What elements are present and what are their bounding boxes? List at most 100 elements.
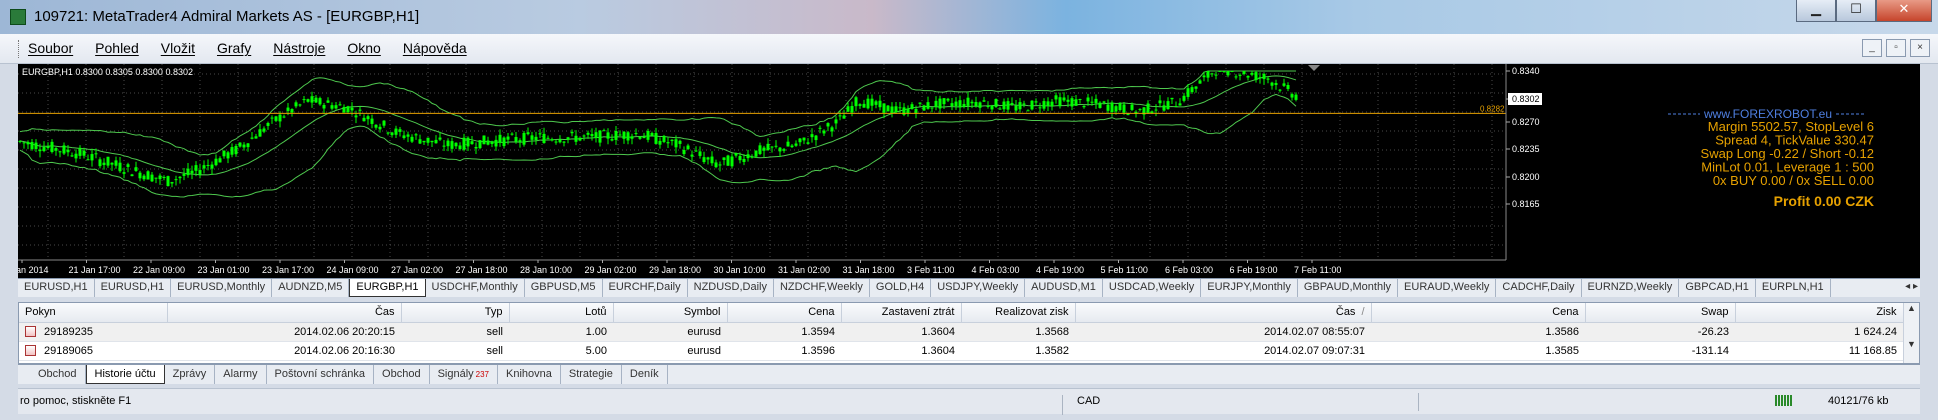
terminal-tab[interactable]: Obchod — [30, 365, 86, 384]
terminal-scrollbar[interactable]: ▲ ▼ — [1903, 303, 1919, 363]
tab-scroll-arrows-icon[interactable]: ◂ ▸ — [1905, 281, 1918, 292]
candle-body — [986, 105, 990, 107]
chart-tab[interactable]: GBPUSD,M5 — [525, 279, 603, 297]
toolbar-grip[interactable] — [18, 40, 21, 58]
candle-body — [610, 139, 614, 141]
terminal-tab[interactable]: Zprávy — [165, 365, 216, 384]
table-cell: 1 624.24 — [1735, 322, 1903, 342]
candle-body — [310, 96, 314, 103]
candle-body — [702, 157, 706, 163]
terminal-tab[interactable]: Poštovní schránka — [267, 365, 375, 384]
menu-soubor[interactable]: Soubor — [28, 40, 73, 56]
mdi-minimize-button[interactable]: _ — [1862, 39, 1882, 57]
mdi-controls: _ ▫ × — [1862, 39, 1930, 57]
column-header[interactable]: Realizovat zisk — [961, 303, 1076, 323]
chart-tab[interactable]: EURAUD,Weekly — [1398, 279, 1497, 297]
chart-tab[interactable]: GBPAUD,Monthly — [1298, 279, 1399, 297]
chart-tab[interactable]: USDJPY,Weekly — [931, 279, 1026, 297]
candle-body — [846, 106, 850, 112]
candle-body — [810, 134, 814, 138]
minimize-button[interactable]: ▁ — [1796, 0, 1836, 22]
chart-tab[interactable]: AUDNZD,M5 — [272, 279, 350, 297]
column-header[interactable]: Swap — [1585, 303, 1736, 323]
menu-pohled[interactable]: Pohled — [95, 40, 139, 56]
candle-body — [1094, 98, 1098, 104]
chart-tab[interactable]: EURCHF,Daily — [603, 279, 688, 297]
chart-tab[interactable]: EURUSD,H1 — [18, 279, 95, 297]
chart-canvas[interactable]: 0.8282 0.83400.83020.82700.82350.82000.8… — [18, 64, 1920, 278]
column-header[interactable]: Lotů — [509, 303, 614, 323]
table-row[interactable]: 29189065 2014.02.06 20:16:30 sell 5.00 eurus… — [19, 341, 1903, 361]
maximize-button[interactable]: ☐ — [1836, 0, 1876, 22]
column-header[interactable]: Zastavení ztrát — [841, 303, 962, 323]
table-cell: 11 168.85 — [1735, 341, 1903, 361]
candle-body — [538, 133, 542, 135]
terminal-tab[interactable]: Alarmy — [215, 365, 267, 384]
close-button[interactable]: ✕ — [1876, 0, 1932, 22]
candle-body — [694, 150, 698, 152]
candle-body — [790, 145, 794, 148]
candle-body — [462, 137, 466, 150]
candle-body — [1286, 85, 1290, 89]
candle-body — [874, 101, 878, 105]
chart-tab[interactable]: NZDUSD,Daily — [688, 279, 774, 297]
price-chart[interactable]: 0.8282 0.8340 0.8302 0.8270 0.8235 0.8200 0.8… — [18, 64, 1920, 278]
status-help: ro pomoc, stiskněte F1 — [20, 395, 132, 407]
chart-tab[interactable]: EURPLN,H1 — [1756, 279, 1831, 297]
chart-tab[interactable]: EURUSD,Monthly — [171, 279, 273, 297]
terminal-tab[interactable]: Knihovna — [498, 365, 561, 384]
chart-tab[interactable]: EURJPY,Monthly — [1201, 279, 1298, 297]
candle-body — [1138, 108, 1142, 110]
candle-body — [426, 137, 430, 143]
chart-tab[interactable]: EURNZD,Weekly — [1582, 279, 1680, 297]
chart-tab[interactable]: EURUSD,H1 — [95, 279, 172, 297]
chart-tab[interactable]: NZDCHF,Weekly — [774, 279, 870, 297]
status-memory: 40121/76 kb — [1828, 395, 1889, 407]
terminal-tab[interactable]: Signály 237 — [430, 365, 498, 384]
menu-napoveda[interactable]: Nápověda — [403, 40, 467, 56]
mdi-close-button[interactable]: × — [1910, 39, 1930, 57]
chart-tab[interactable]: USDCHF,Monthly — [426, 279, 525, 297]
menu-okno[interactable]: Okno — [347, 40, 380, 56]
candle-body — [758, 145, 762, 154]
candle-body — [1150, 111, 1154, 114]
terminal-tab[interactable]: Historie účtu — [85, 365, 165, 384]
menu-grafy[interactable]: Grafy — [217, 40, 251, 56]
candle-body — [114, 160, 118, 166]
chart-tab[interactable]: AUDUSD,M1 — [1025, 279, 1103, 297]
terminal-tab-label: Obchod — [382, 368, 421, 380]
column-header[interactable]: Čas — [167, 303, 402, 323]
candle-body — [602, 130, 606, 132]
candle-body — [886, 105, 890, 112]
column-header[interactable]: Čas / — [1075, 303, 1372, 323]
table-cell: 1.3568 — [961, 322, 1075, 342]
terminal-tab[interactable]: Strategie — [561, 365, 622, 384]
chart-tab[interactable]: CADCHF,Daily — [1496, 279, 1582, 297]
candle-body — [218, 158, 222, 163]
table-row[interactable]: 29189235 2014.02.06 20:20:15 sell 1.00 eurus… — [19, 322, 1903, 342]
candle-body — [490, 141, 494, 145]
candle-body — [222, 150, 226, 157]
candle-body — [606, 132, 610, 139]
chart-tab[interactable]: GOLD,H4 — [870, 279, 932, 297]
candle-body — [518, 140, 522, 142]
column-header[interactable]: Typ — [401, 303, 510, 323]
scroll-up-icon[interactable]: ▲ — [1904, 303, 1919, 313]
terminal-tab[interactable]: Deník — [622, 365, 668, 384]
menu-vlozit[interactable]: Vložit — [161, 40, 195, 56]
chart-tab[interactable]: GBPCAD,H1 — [1679, 279, 1756, 297]
menu-nastroje[interactable]: Nástroje — [273, 40, 325, 56]
column-header[interactable]: Pokyn — [19, 303, 168, 323]
column-header[interactable]: Cena — [1371, 303, 1586, 323]
column-header[interactable]: Symbol — [613, 303, 728, 323]
column-header[interactable]: Cena — [727, 303, 842, 323]
candle-body — [1022, 103, 1026, 105]
terminal-tab[interactable]: Obchod — [374, 365, 430, 384]
candle-body — [1098, 102, 1102, 108]
chart-tab[interactable]: USDCAD,Weekly — [1103, 279, 1202, 297]
scroll-down-icon[interactable]: ▼ — [1904, 339, 1919, 349]
candle-body — [558, 139, 562, 143]
chart-tab[interactable]: EURGBP,H1 — [349, 279, 426, 297]
mdi-restore-button[interactable]: ▫ — [1886, 39, 1906, 57]
column-header[interactable]: Zisk — [1735, 303, 1904, 323]
